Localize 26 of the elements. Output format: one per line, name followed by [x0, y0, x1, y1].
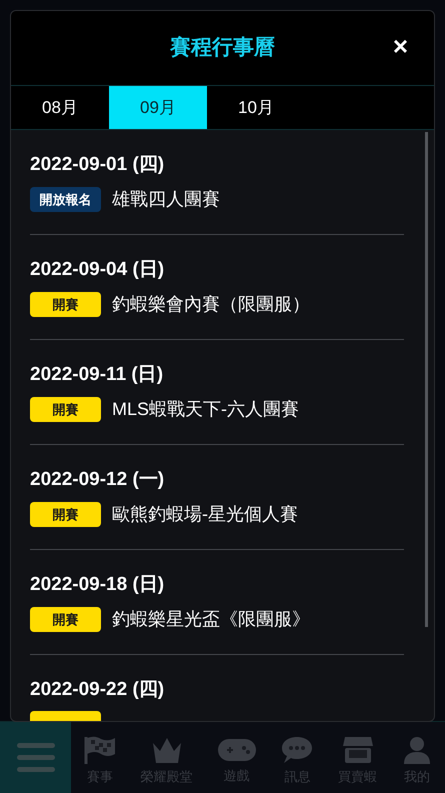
close-button[interactable]: × — [392, 33, 408, 59]
event-date: 2022-09-18 (日) — [30, 573, 166, 597]
status-badge: 開賽 — [30, 292, 101, 317]
status-badge: 開賽 — [30, 502, 101, 527]
month-tab[interactable]: 10月 — [207, 86, 305, 129]
status-badge: 開放報名 — [30, 187, 101, 212]
menu-button[interactable] — [0, 722, 71, 793]
event-name[interactable]: 釣蝦樂會內賽（限團服） — [112, 291, 310, 318]
event-date: 2022-09-22 (四) — [30, 678, 166, 702]
event-date: 2022-09-11 (日) — [30, 363, 164, 387]
event-name[interactable]: 歐熊釣蝦場-星光個人賽 — [112, 501, 298, 528]
dialog-title: 賽程行事曆 — [170, 34, 275, 62]
event-date: 2022-09-04 (日) — [30, 258, 166, 282]
event-date: 2022-09-12 (一) — [30, 468, 166, 492]
checkered-flag-icon — [82, 734, 117, 765]
chat-bubble-icon — [280, 734, 314, 765]
status-badge: 開賽 — [30, 607, 101, 632]
month-tab[interactable]: 09月 — [109, 86, 207, 129]
status-badge: 開賽 — [30, 397, 101, 422]
event-name[interactable]: 雄戰四人團賽 — [112, 186, 220, 213]
store-icon — [340, 734, 375, 765]
event-date: 2022-09-01 (四) — [30, 153, 166, 177]
event-name[interactable]: 釣蝦樂星光盃《限團服》 — [112, 606, 310, 633]
scrollbar[interactable] — [425, 132, 428, 627]
event-name[interactable]: MLS蝦戰天下-六人團賽 — [112, 396, 300, 423]
month-tab[interactable]: 08月 — [11, 86, 109, 129]
